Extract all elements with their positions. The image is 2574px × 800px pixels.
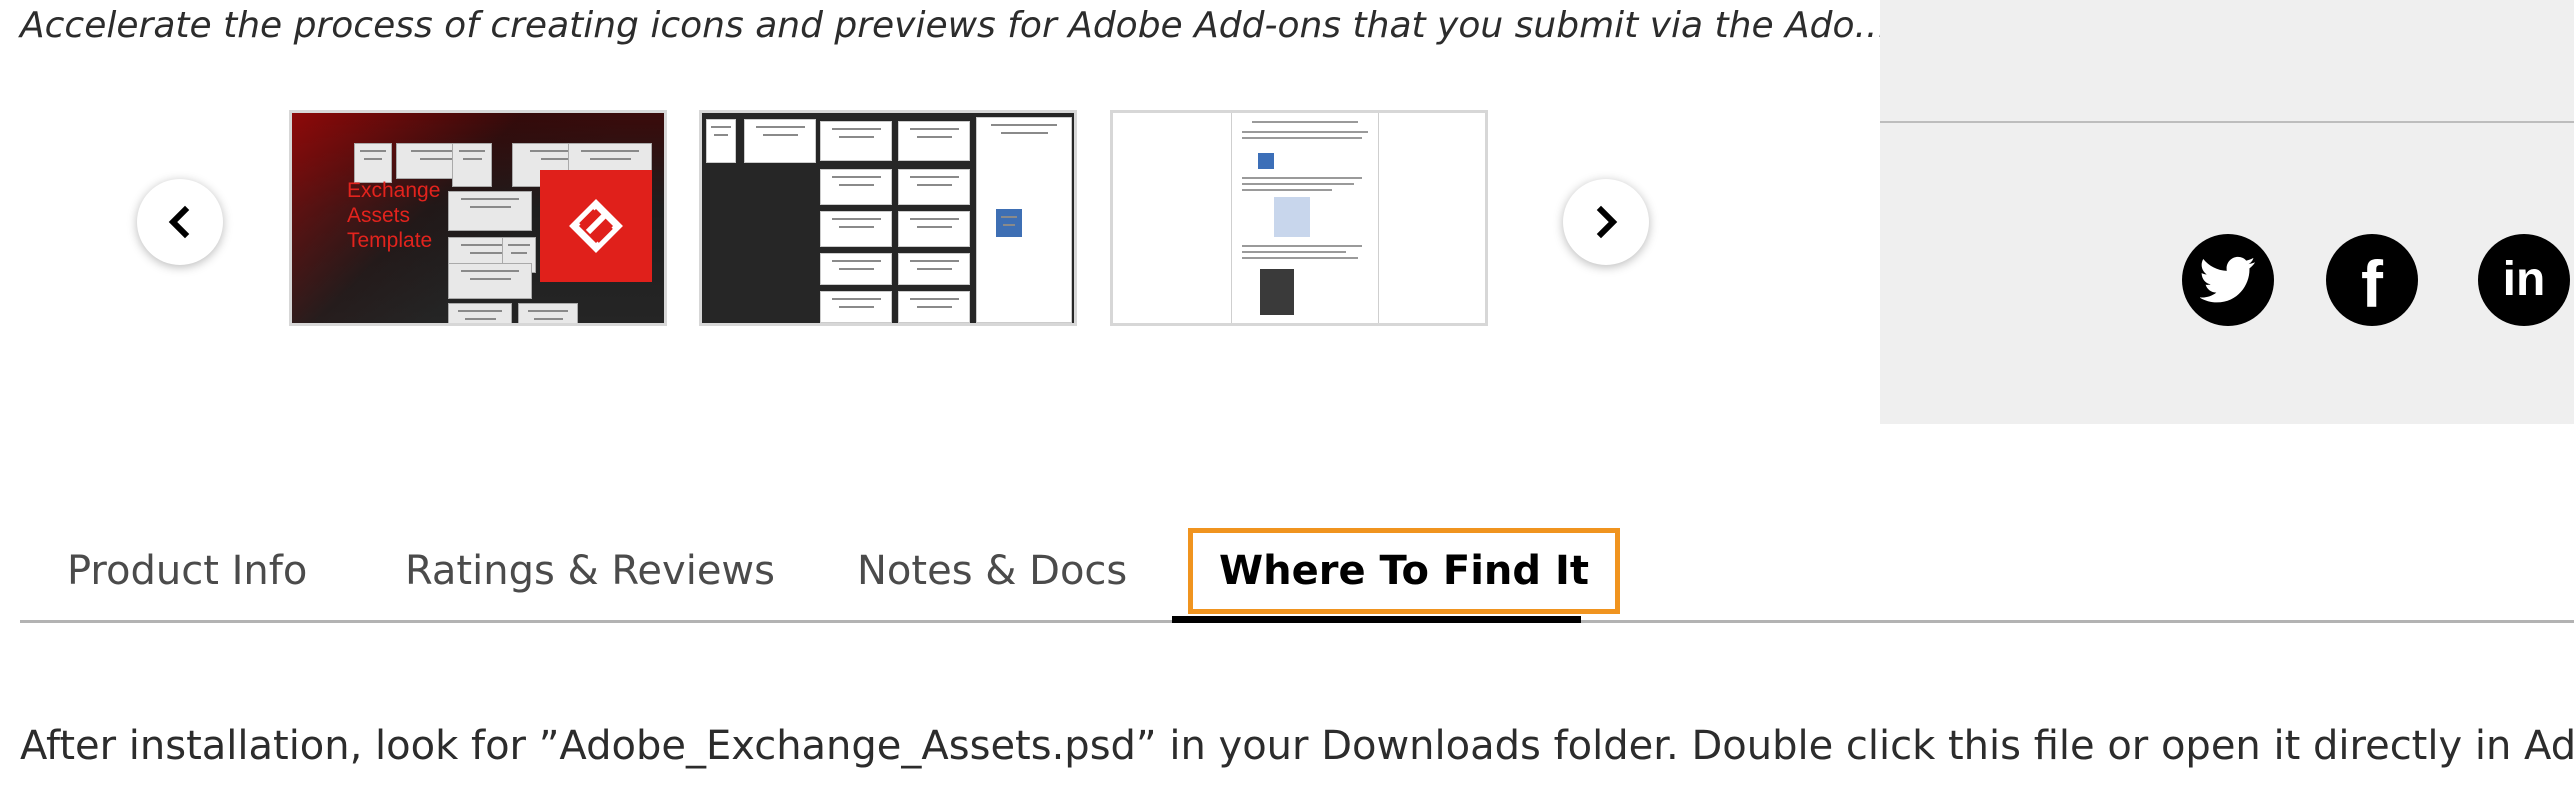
exchange-logo-icon <box>540 170 652 282</box>
facebook-icon: f <box>2361 247 2383 321</box>
carousel-thumbnail-3[interactable] <box>1110 110 1488 326</box>
tab-where-to-find-it[interactable]: Where To Find It <box>1188 528 1620 614</box>
active-tab-indicator <box>1172 616 1581 623</box>
tab-ratings-reviews[interactable]: Ratings & Reviews <box>405 526 775 620</box>
thumbnail-title: Exchange Assets Template <box>347 179 441 252</box>
divider <box>1880 121 2574 123</box>
linkedin-icon: in <box>2502 253 2546 306</box>
tab-bar: Product Info Ratings & Reviews Notes & D… <box>20 526 2574 623</box>
carousel-next-button[interactable] <box>1563 179 1649 265</box>
facebook-share-button[interactable]: f <box>2326 234 2418 326</box>
tab-product-info[interactable]: Product Info <box>67 526 307 620</box>
chevron-left-icon <box>168 205 190 239</box>
twitter-icon <box>2200 256 2256 303</box>
chevron-right-icon <box>1596 205 1618 239</box>
document-preview <box>1231 113 1379 323</box>
carousel-thumbnail-1[interactable]: Exchange Assets Template <box>289 110 667 326</box>
product-description: Accelerate the process of creating icons… <box>20 5 1889 46</box>
tab-notes-docs[interactable]: Notes & Docs <box>857 526 1127 620</box>
side-panel <box>1880 0 2574 424</box>
product-page: Accelerate the process of creating icons… <box>0 0 2574 800</box>
linkedin-share-button[interactable]: in <box>2478 234 2570 326</box>
carousel-prev-button[interactable] <box>137 179 223 265</box>
where-to-find-text: After installation, look for ”Adobe_Exch… <box>20 723 2574 769</box>
twitter-share-button[interactable] <box>2182 234 2274 326</box>
carousel-thumbnail-2[interactable] <box>699 110 1077 326</box>
